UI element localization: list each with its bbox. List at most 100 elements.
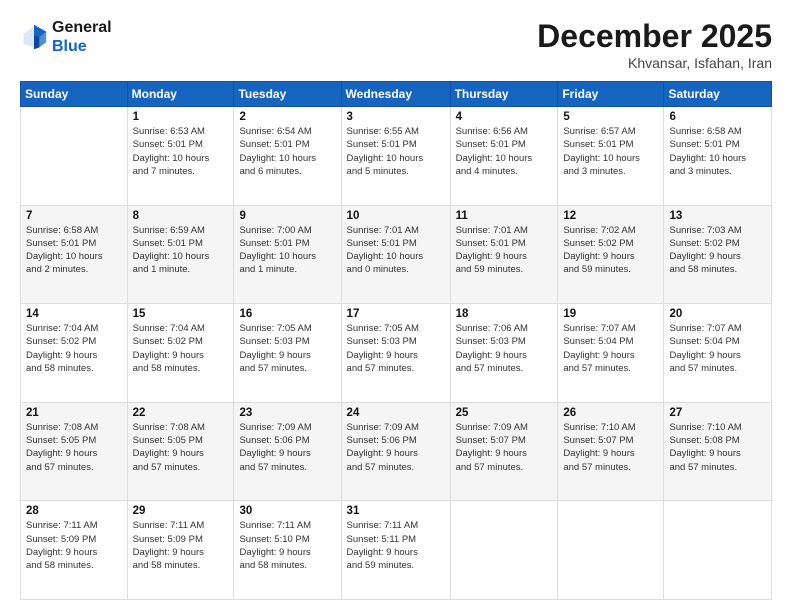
calendar-day-cell: 27Sunrise: 7:10 AMSunset: 5:08 PMDayligh… — [664, 402, 772, 501]
month-title: December 2025 — [537, 18, 772, 55]
calendar-day-cell: 4 Sunrise: 6:56 AMSunset: 5:01 PMDaylight… — [450, 107, 558, 206]
calendar-day-cell: 15Sunrise: 7:04 AMSunset: 5:02 PMDayligh… — [127, 304, 234, 403]
day-number: 8 — [133, 210, 229, 222]
day-of-week-header: Wednesday — [341, 82, 450, 107]
day-number: 20 — [669, 308, 766, 320]
day-number: 6 — [669, 111, 766, 123]
calendar-day-cell: 30Sunrise: 7:11 AMSunset: 5:10 PMDayligh… — [234, 501, 341, 600]
day-info: Sunrise: 7:00 AMSunset: 5:01 PMDaylight:… — [239, 224, 335, 277]
logo: General Blue — [20, 18, 112, 56]
day-number: 23 — [239, 407, 335, 419]
day-number: 19 — [563, 308, 658, 320]
calendar-day-cell: 23Sunrise: 7:09 AMSunset: 5:06 PMDayligh… — [234, 402, 341, 501]
calendar-day-cell: 13 Sunrise: 7:03 AMSunset: 5:02 PMDayligh… — [664, 205, 772, 304]
day-info: Sunrise: 7:02 AMSunset: 5:02 PMDaylight:… — [563, 224, 658, 277]
calendar-day-cell: 31Sunrise: 7:11 AMSunset: 5:11 PMDayligh… — [341, 501, 450, 600]
day-info: Sunrise: 7:05 AMSunset: 5:03 PMDaylight:… — [239, 322, 335, 375]
day-number: 7 — [26, 210, 122, 222]
day-of-week-header: Thursday — [450, 82, 558, 107]
logo-icon — [20, 23, 48, 51]
calendar-day-cell: 19Sunrise: 7:07 AMSunset: 5:04 PMDayligh… — [558, 304, 664, 403]
day-info: Sunrise: 7:08 AMSunset: 5:05 PMDaylight:… — [26, 421, 122, 474]
day-of-week-header: Friday — [558, 82, 664, 107]
day-number: 30 — [239, 505, 335, 517]
calendar-day-cell: 22 Sunrise: 7:08 AMSunset: 5:05 PMDayligh… — [127, 402, 234, 501]
day-info: Sunrise: 7:11 AMSunset: 5:09 PMDaylight:… — [133, 519, 229, 572]
day-info: Sunrise: 7:09 AMSunset: 5:06 PMDaylight:… — [347, 421, 445, 474]
day-info: Sunrise: 7:08 AMSunset: 5:05 PMDaylight:… — [133, 421, 229, 474]
day-info: Sunrise: 6:56 AMSunset: 5:01 PMDaylight:… — [456, 125, 553, 178]
day-info: Sunrise: 6:58 AMSunset: 5:01 PMDaylight:… — [669, 125, 766, 178]
calendar-day-cell: 5 Sunrise: 6:57 AMSunset: 5:01 PMDaylight… — [558, 107, 664, 206]
day-info: Sunrise: 6:55 AMSunset: 5:01 PMDaylight:… — [347, 125, 445, 178]
day-info: Sunrise: 7:07 AMSunset: 5:04 PMDaylight:… — [669, 322, 766, 375]
header: General Blue December 2025 Khvansar, Isf… — [20, 18, 772, 71]
day-number: 28 — [26, 505, 122, 517]
calendar-day-cell: 6 Sunrise: 6:58 AMSunset: 5:01 PMDaylight… — [664, 107, 772, 206]
calendar-header-row: SundayMondayTuesdayWednesdayThursdayFrid… — [21, 82, 772, 107]
day-number: 4 — [456, 111, 553, 123]
day-info: Sunrise: 6:54 AMSunset: 5:01 PMDaylight:… — [239, 125, 335, 178]
calendar-day-cell: 24 Sunrise: 7:09 AMSunset: 5:06 PMDayligh… — [341, 402, 450, 501]
day-number: 9 — [239, 210, 335, 222]
calendar-day-cell: 2 Sunrise: 6:54 AMSunset: 5:01 PMDaylight… — [234, 107, 341, 206]
day-number: 13 — [669, 210, 766, 222]
day-info: Sunrise: 6:53 AMSunset: 5:01 PMDaylight:… — [133, 125, 229, 178]
day-number: 1 — [133, 111, 229, 123]
day-of-week-header: Sunday — [21, 82, 128, 107]
day-number: 17 — [347, 308, 445, 320]
day-number: 10 — [347, 210, 445, 222]
calendar-day-cell: 29Sunrise: 7:11 AMSunset: 5:09 PMDayligh… — [127, 501, 234, 600]
calendar-week-row: 1 Sunrise: 6:53 AMSunset: 5:01 PMDaylight… — [21, 107, 772, 206]
calendar-day-cell — [450, 501, 558, 600]
day-info: Sunrise: 7:01 AMSunset: 5:01 PMDaylight:… — [456, 224, 553, 277]
calendar-week-row: 28 Sunrise: 7:11 AMSunset: 5:09 PMDayligh… — [21, 501, 772, 600]
day-info: Sunrise: 6:59 AMSunset: 5:01 PMDaylight:… — [133, 224, 229, 277]
day-number: 31 — [347, 505, 445, 517]
calendar-day-cell: 12Sunrise: 7:02 AMSunset: 5:02 PMDayligh… — [558, 205, 664, 304]
calendar-day-cell: 26Sunrise: 7:10 AMSunset: 5:07 PMDayligh… — [558, 402, 664, 501]
calendar-day-cell: 1 Sunrise: 6:53 AMSunset: 5:01 PMDaylight… — [127, 107, 234, 206]
calendar-day-cell: 28 Sunrise: 7:11 AMSunset: 5:09 PMDayligh… — [21, 501, 128, 600]
day-number: 27 — [669, 407, 766, 419]
title-block: December 2025 Khvansar, Isfahan, Iran — [537, 18, 772, 71]
calendar-day-cell — [21, 107, 128, 206]
day-info: Sunrise: 7:01 AMSunset: 5:01 PMDaylight:… — [347, 224, 445, 277]
calendar-table: SundayMondayTuesdayWednesdayThursdayFrid… — [20, 81, 772, 600]
calendar-day-cell: 16 Sunrise: 7:05 AMSunset: 5:03 PMDayligh… — [234, 304, 341, 403]
day-number: 18 — [456, 308, 553, 320]
calendar-day-cell: 18 Sunrise: 7:06 AMSunset: 5:03 PMDayligh… — [450, 304, 558, 403]
day-info: Sunrise: 7:04 AMSunset: 5:02 PMDaylight:… — [26, 322, 122, 375]
day-number: 16 — [239, 308, 335, 320]
day-info: Sunrise: 7:10 AMSunset: 5:07 PMDaylight:… — [563, 421, 658, 474]
calendar-day-cell: 20 Sunrise: 7:07 AMSunset: 5:04 PMDayligh… — [664, 304, 772, 403]
calendar-day-cell: 17Sunrise: 7:05 AMSunset: 5:03 PMDayligh… — [341, 304, 450, 403]
day-number: 5 — [563, 111, 658, 123]
calendar-day-cell: 10 Sunrise: 7:01 AMSunset: 5:01 PMDayligh… — [341, 205, 450, 304]
day-info: Sunrise: 6:57 AMSunset: 5:01 PMDaylight:… — [563, 125, 658, 178]
day-of-week-header: Tuesday — [234, 82, 341, 107]
calendar-day-cell: 9 Sunrise: 7:00 AMSunset: 5:01 PMDaylight… — [234, 205, 341, 304]
page: General Blue December 2025 Khvansar, Isf… — [0, 0, 792, 612]
calendar-day-cell — [664, 501, 772, 600]
calendar-week-row: 14 Sunrise: 7:04 AMSunset: 5:02 PMDayligh… — [21, 304, 772, 403]
day-of-week-header: Monday — [127, 82, 234, 107]
calendar-day-cell: 8 Sunrise: 6:59 AMSunset: 5:01 PMDaylight… — [127, 205, 234, 304]
day-info: Sunrise: 6:58 AMSunset: 5:01 PMDaylight:… — [26, 224, 122, 277]
calendar-day-cell: 3Sunrise: 6:55 AMSunset: 5:01 PMDaylight… — [341, 107, 450, 206]
logo-text: General Blue — [52, 18, 112, 56]
location-subtitle: Khvansar, Isfahan, Iran — [537, 55, 772, 71]
day-info: Sunrise: 7:06 AMSunset: 5:03 PMDaylight:… — [456, 322, 553, 375]
day-info: Sunrise: 7:03 AMSunset: 5:02 PMDaylight:… — [669, 224, 766, 277]
day-number: 25 — [456, 407, 553, 419]
calendar-day-cell: 7 Sunrise: 6:58 AMSunset: 5:01 PMDaylight… — [21, 205, 128, 304]
day-info: Sunrise: 7:09 AMSunset: 5:07 PMDaylight:… — [456, 421, 553, 474]
day-number: 2 — [239, 111, 335, 123]
day-info: Sunrise: 7:11 AMSunset: 5:09 PMDaylight:… — [26, 519, 122, 572]
day-number: 22 — [133, 407, 229, 419]
day-number: 24 — [347, 407, 445, 419]
day-number: 11 — [456, 210, 553, 222]
calendar-day-cell: 25 Sunrise: 7:09 AMSunset: 5:07 PMDayligh… — [450, 402, 558, 501]
day-number: 14 — [26, 308, 122, 320]
calendar-week-row: 21Sunrise: 7:08 AMSunset: 5:05 PMDayligh… — [21, 402, 772, 501]
